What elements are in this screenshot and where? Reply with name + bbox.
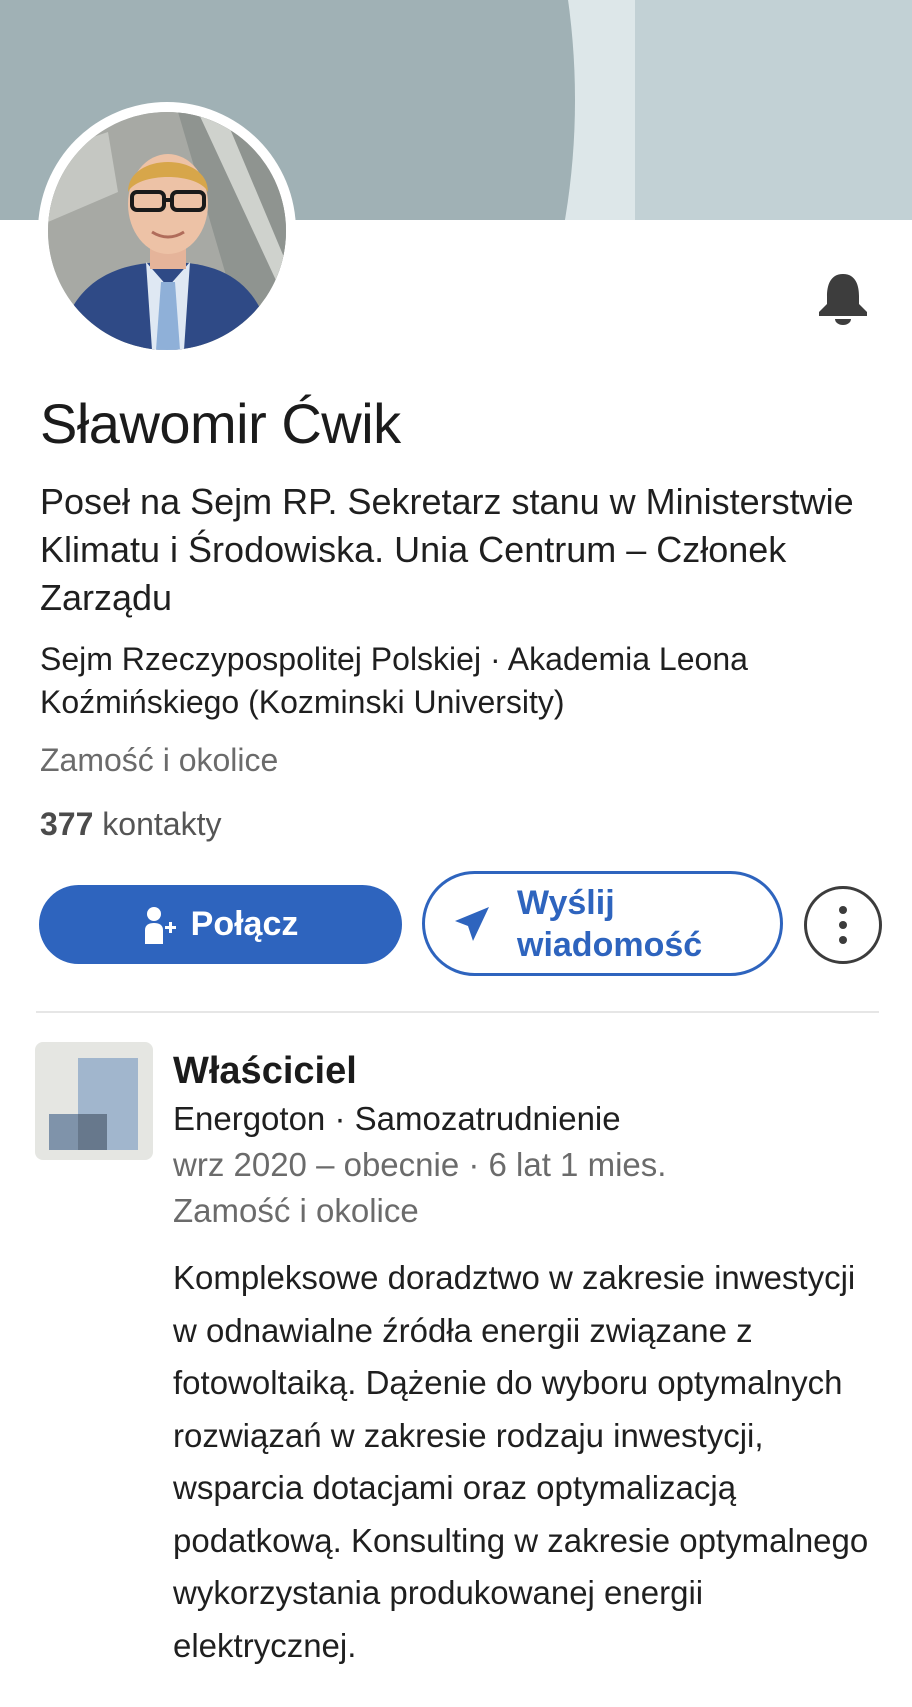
send-message-label: Wyślij wiadomość bbox=[517, 882, 702, 966]
experience-location: Zamość i okolice bbox=[173, 1192, 419, 1229]
connect-button[interactable]: Połącz bbox=[39, 885, 402, 964]
send-icon bbox=[455, 906, 489, 941]
experience-description: Kompleksowe doradztwo w zakresie inwesty… bbox=[173, 1259, 869, 1664]
connections-number: 377 bbox=[40, 806, 94, 842]
profile-name: Sławomir Ćwik bbox=[40, 392, 401, 455]
company-logo[interactable] bbox=[35, 1042, 153, 1160]
experience-title: Właściciel bbox=[173, 1050, 357, 1092]
experience-dates: wrz 2020 – obecnie · 6 lat 1 mies. bbox=[173, 1146, 667, 1183]
connect-button-label: Połącz bbox=[190, 905, 299, 943]
add-person-icon bbox=[144, 906, 176, 944]
experience-company: Energoton · Samozatrudnienie bbox=[173, 1100, 621, 1137]
send-message-label-line1: Wyślij bbox=[517, 883, 615, 922]
profile-location: Zamość i okolice bbox=[40, 742, 279, 778]
profile-headline: Poseł na Sejm RP. Sekretarz stanu w Mini… bbox=[40, 481, 854, 618]
more-options-button[interactable] bbox=[804, 886, 882, 964]
connections-label: kontakty bbox=[102, 806, 222, 842]
connections-count[interactable]: 377 kontakty bbox=[40, 804, 221, 844]
send-message-label-line2: wiadomość bbox=[517, 925, 703, 964]
avatar-photo bbox=[48, 112, 286, 350]
profile-organizations[interactable]: Sejm Rzeczypospolitej Polskiej · Akademi… bbox=[40, 638, 890, 724]
section-divider bbox=[36, 1011, 879, 1013]
send-message-button[interactable]: Wyślij wiadomość bbox=[422, 871, 783, 976]
profile-avatar[interactable] bbox=[38, 102, 296, 360]
more-vertical-icon bbox=[839, 906, 847, 944]
bell-icon[interactable] bbox=[815, 270, 871, 326]
